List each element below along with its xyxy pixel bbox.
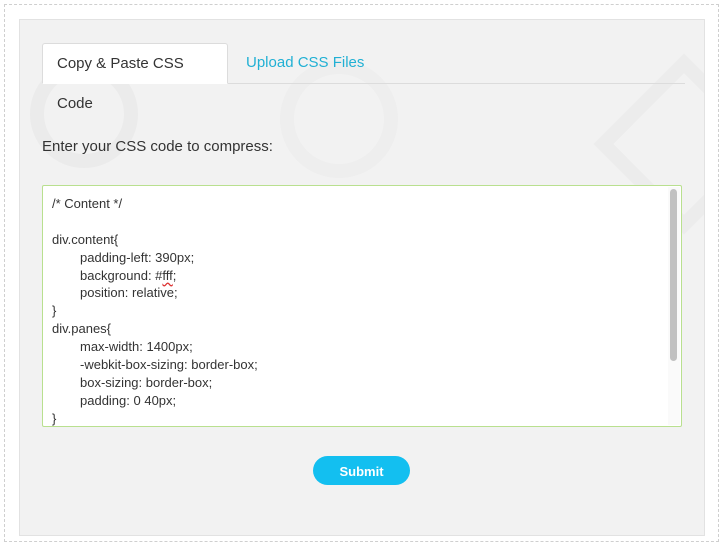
code-line: max-width: 1400px; <box>80 339 193 355</box>
code-line: } <box>52 410 57 426</box>
tab-bar: Copy & Paste CSS Code Upload CSS Files <box>42 43 685 112</box>
tab-copy-paste[interactable]: Copy & Paste CSS Code <box>42 43 228 112</box>
textarea-scrollbar[interactable] <box>668 187 680 425</box>
code-line: -webkit-box-sizing: border-box; <box>80 357 258 373</box>
css-code-content: /* Content */ div.content{ padding-left: 3… <box>52 195 258 426</box>
code-line: div.panes{ <box>52 321 112 337</box>
code-line: padding: 0 40px; <box>80 392 177 408</box>
compressor-panel: Copy & Paste CSS Code Upload CSS Files E… <box>19 19 705 536</box>
code-line: div.content{ <box>52 231 119 247</box>
page-frame: Copy & Paste CSS Code Upload CSS Files E… <box>4 4 719 542</box>
scrollbar-thumb[interactable] <box>670 189 677 361</box>
code-line: /* Content */ <box>52 196 123 211</box>
submit-button[interactable]: Submit <box>313 456 410 485</box>
code-line: box-sizing: border-box; <box>80 374 213 390</box>
input-prompt: Enter your CSS code to compress: <box>42 138 273 155</box>
code-line: position: relative; <box>80 285 178 301</box>
tab-upload-files[interactable]: Upload CSS Files <box>232 43 378 83</box>
css-code-textarea[interactable]: /* Content */ div.content{ padding-left: 3… <box>42 185 682 427</box>
code-line: background: #fff; <box>80 267 177 283</box>
tab-upload-files-label: Upload CSS Files <box>246 54 365 71</box>
code-line: padding-left: 390px; <box>80 249 195 265</box>
code-line: } <box>52 303 57 319</box>
